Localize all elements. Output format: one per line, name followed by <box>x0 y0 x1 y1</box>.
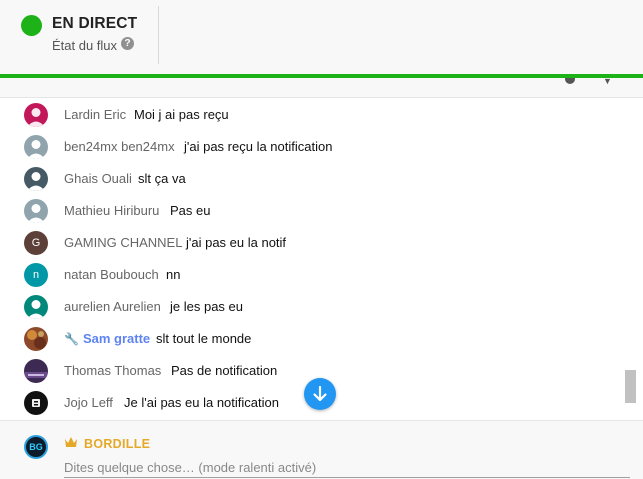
chat-message: aurelien Aurelien je les pas eu <box>0 290 620 322</box>
scroll-to-bottom-button[interactable] <box>304 378 336 410</box>
stream-header: EN DIRECT État du flux ? <box>0 0 643 76</box>
crown-icon <box>65 437 77 447</box>
chat-message: ben24mx ben24mx j'ai pas reçu la notific… <box>0 130 620 162</box>
header-divider <box>158 6 159 64</box>
message-text: slt tout le monde <box>156 331 252 346</box>
moderator-name: Sam gratte <box>82 331 151 346</box>
message-author[interactable]: Thomas Thomas <box>64 363 161 378</box>
wrench-icon: 🔧 <box>64 332 79 346</box>
message-text: nn <box>166 267 181 282</box>
message-text: Je l'ai pas eu la notification <box>124 395 279 410</box>
message-text: j'ai pas reçu la notification <box>184 139 333 154</box>
live-status-label: EN DIRECT <box>52 15 138 32</box>
message-author[interactable]: GAMING CHANNEL <box>64 235 182 250</box>
avatar: n <box>24 263 48 287</box>
chat-message: Ghais Ouali slt ça va <box>0 162 620 194</box>
message-author[interactable]: natan Boubouch <box>64 267 159 282</box>
avatar: BG <box>24 435 48 459</box>
arrow-down-icon <box>313 385 327 402</box>
message-author[interactable]: Lardin Eric <box>64 107 126 122</box>
avatar <box>24 327 48 351</box>
avatar <box>24 135 48 159</box>
message-author[interactable]: aurelien Aurelien <box>64 299 161 314</box>
message-text: Pas de notification <box>171 363 278 378</box>
help-icon[interactable]: ? <box>121 37 134 50</box>
message-author[interactable]: ben24mx ben24mx <box>64 139 175 154</box>
message-text: slt ça va <box>138 171 186 186</box>
message-author[interactable]: Ghais Ouali <box>64 171 132 186</box>
message-text: Moi j ai pas reçu <box>134 107 229 122</box>
chat-message: n natan Boubouch nn <box>0 258 620 290</box>
message-text: je les pas eu <box>170 299 243 314</box>
message-author[interactable]: 🔧 Sam gratte <box>64 331 150 346</box>
avatar <box>24 295 48 319</box>
message-text: Pas eu <box>170 203 211 218</box>
chat-messages[interactable]: Lardin Eric Moi j ai pas reçu ben24mx be… <box>0 98 626 420</box>
avatar: G <box>24 231 48 255</box>
message-author[interactable]: Jojo Leff <box>64 395 113 410</box>
chat-message: Mathieu Hiriburu Pas eu <box>0 194 620 226</box>
message-author[interactable]: Mathieu Hiriburu <box>64 203 159 218</box>
avatar <box>24 199 48 223</box>
avatar <box>24 167 48 191</box>
chat-message-input[interactable] <box>64 457 630 478</box>
chevron-down-icon[interactable]: ▼ <box>603 77 615 86</box>
live-status-dot <box>21 15 42 36</box>
avatar <box>24 103 48 127</box>
chat-input-area: BG BORDILLE <box>0 420 643 479</box>
message-text: j'ai pas eu la notif <box>186 235 287 250</box>
chat-message: 🔧 Sam gratte slt tout le monde <box>0 322 620 354</box>
chat-message: Lardin Eric Moi j ai pas reçu <box>0 98 620 130</box>
avatar <box>24 391 48 415</box>
chat-toolbar <box>0 78 643 98</box>
chat-message: G GAMING CHANNEL j'ai pas eu la notif <box>0 226 620 258</box>
current-user-name: BORDILLE <box>84 437 151 451</box>
chat-scrollbar[interactable] <box>625 370 636 403</box>
stream-status-label: État du flux <box>52 38 118 53</box>
avatar <box>24 359 48 383</box>
